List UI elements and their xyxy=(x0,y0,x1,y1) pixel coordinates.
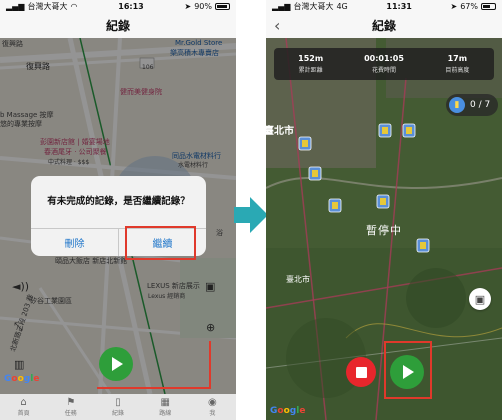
checkpoint-marker-icon[interactable] xyxy=(308,166,322,182)
stat-label: 花費時間 xyxy=(371,67,396,74)
carrier-name: 台灣大哥大 xyxy=(293,2,334,11)
status-bar: ▂▄▆ 台灣大哥大 4G 11:31 ➤ 67% xyxy=(266,0,502,13)
checkpoint-counter[interactable]: ▮ 0 / 7 xyxy=(446,94,498,116)
explore-icon: ▦ xyxy=(160,397,170,408)
tab-label: 紀錄 xyxy=(112,410,125,417)
speaker-icon[interactable]: ◄)) xyxy=(12,280,29,293)
battery-percent: 90% xyxy=(194,2,212,11)
network-type: 4G xyxy=(336,2,348,11)
profile-icon: ◉ xyxy=(208,397,217,408)
checkpoint-marker-icon[interactable] xyxy=(378,123,392,139)
page-title: 紀錄 xyxy=(105,19,130,33)
nav-bar: ‹ 紀錄 xyxy=(266,13,502,38)
map-layers-button[interactable]: ▣ xyxy=(469,288,491,310)
checkpoint-marker-icon[interactable] xyxy=(298,136,312,152)
record-stats-panel: 152m 累計距離 00:01:05 花費時間 17m 目前高度 xyxy=(274,48,494,80)
stat-label: 累計距離 xyxy=(298,67,323,74)
highlight-box xyxy=(384,341,432,399)
tab-profile[interactable]: ◉ 我 xyxy=(189,394,236,420)
highlight-box xyxy=(97,341,211,389)
wifi-icon: ◠ xyxy=(70,2,78,11)
map-label: 臺北市 xyxy=(286,275,310,284)
checkpoint-count: 0 / 7 xyxy=(470,100,491,110)
location-arrow-icon: ➤ xyxy=(184,2,192,11)
carrier-name: 台灣大哥大 xyxy=(27,2,68,11)
checkpoint-marker-icon[interactable] xyxy=(376,194,390,210)
status-time: 16:13 xyxy=(118,2,144,11)
transition-arrow-icon xyxy=(234,197,268,233)
left-phone-screen: ▂▄▆ 台灣大哥大 ◠ 16:13 ➤ 90% 紀錄 復興路 復興路 Mr.Gold … xyxy=(0,0,236,420)
tab-routes[interactable]: ▦ 路線 xyxy=(142,394,189,420)
tab-label: 路線 xyxy=(159,410,172,417)
right-phone-screen: ▂▄▆ 台灣大哥大 4G 11:31 ➤ 67% ‹ 紀錄 臺北市 臺北市 15… xyxy=(266,0,502,420)
stat-label: 目前高度 xyxy=(445,67,470,74)
stat-value: 152m xyxy=(298,54,324,63)
back-chevron-icon[interactable]: ‹ xyxy=(274,16,280,35)
flag-icon: ⚑ xyxy=(66,397,76,408)
battery-icon xyxy=(215,3,230,10)
stat-value: 17m xyxy=(447,54,468,63)
stat-value: 00:01:05 xyxy=(364,54,404,63)
page-title: 紀錄 xyxy=(371,19,396,33)
layers-icon[interactable]: ▣ xyxy=(205,280,215,293)
location-arrow-icon: ➤ xyxy=(450,2,458,11)
record-icon: ▯ xyxy=(115,397,121,408)
tab-label: 任務 xyxy=(64,410,77,417)
google-logo: Google xyxy=(270,406,306,416)
stop-record-button[interactable] xyxy=(346,357,376,387)
tab-record[interactable]: ▯ 紀錄 xyxy=(94,394,141,420)
tab-home[interactable]: ⌂ 首頁 xyxy=(0,394,47,420)
paused-label: 暫停中 xyxy=(366,224,402,237)
tab-tasks[interactable]: ⚑ 任務 xyxy=(47,394,94,420)
map-label: 臺北市 xyxy=(266,126,294,137)
tab-label: 我 xyxy=(209,410,216,417)
signal-icon: ▂▄▆ xyxy=(272,2,291,11)
signal-icon: ▂▄▆ xyxy=(6,2,25,11)
checkpoint-marker-icon[interactable] xyxy=(328,198,342,214)
tab-bar: ⌂ 首頁 ⚑ 任務 ▯ 紀錄 ▦ 路線 ◉ 我 xyxy=(0,394,236,420)
zoom-icon[interactable]: ⤡ xyxy=(14,320,23,334)
battery-icon xyxy=(481,3,496,10)
google-logo: Google xyxy=(4,374,40,384)
status-bar: ▂▄▆ 台灣大哥大 ◠ 16:13 ➤ 90% xyxy=(0,0,236,13)
battery-percent: 67% xyxy=(460,2,478,11)
delete-button[interactable]: 刪除 xyxy=(31,229,118,256)
highlight-box xyxy=(125,226,196,260)
dialog-message: 有未完成的記錄，是否繼續記錄？ xyxy=(47,196,190,207)
stop-icon xyxy=(355,366,367,378)
tab-label: 首頁 xyxy=(17,410,30,417)
stat-distance: 152m 累計距離 xyxy=(274,48,347,80)
home-icon: ⌂ xyxy=(20,397,27,408)
checkpoint-marker-icon[interactable] xyxy=(402,123,416,139)
map-layers-icon[interactable]: ▥ xyxy=(14,358,24,371)
map-view[interactable]: 臺北市 臺北市 152m 累計距離 00:01:05 花費時間 17m 目前高度 ▮ … xyxy=(266,38,502,420)
locate-icon[interactable]: ⊕ xyxy=(206,321,215,334)
stat-time: 00:01:05 花費時間 xyxy=(347,48,420,80)
stat-altitude: 17m 目前高度 xyxy=(421,48,494,80)
checkpoint-marker-icon[interactable] xyxy=(416,238,430,254)
nav-bar: 紀錄 xyxy=(0,13,236,38)
checkpoint-icon: ▮ xyxy=(449,97,465,113)
status-time: 11:31 xyxy=(386,2,412,11)
layers-icon: ▣ xyxy=(474,292,486,306)
